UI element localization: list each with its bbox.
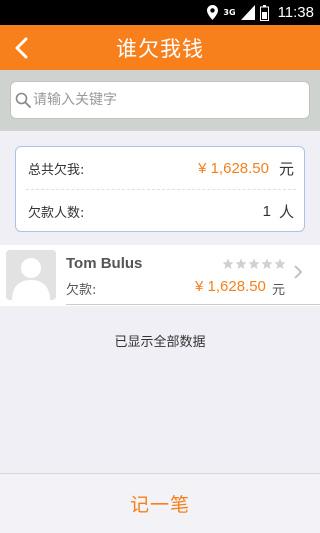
- star-icon: [222, 258, 234, 269]
- person-icon: [6, 250, 56, 300]
- total-owed-amount: ¥ 1,628.50: [198, 159, 269, 177]
- search-input[interactable]: [33, 92, 293, 108]
- search-box[interactable]: [10, 81, 310, 119]
- star-icon: [274, 258, 286, 269]
- list-status-text: 已显示全部数据: [114, 335, 206, 350]
- record-debt-button[interactable]: 记一笔: [130, 490, 190, 517]
- avatar: [6, 250, 56, 300]
- chevron-right-icon: [294, 265, 303, 279]
- star-icon: [261, 258, 273, 269]
- summary-card: 总共欠我: ¥ 1,628.50 元 欠款人数: 1 人: [15, 146, 305, 232]
- debtor-count-value: 1: [262, 202, 271, 220]
- debtor-count-unit: 人: [278, 202, 294, 221]
- debtor-owe-label: 欠款:: [66, 283, 97, 298]
- debtor-count-label: 欠款人数:: [28, 205, 85, 221]
- signal-icon: [240, 5, 255, 20]
- star-icon: [248, 258, 260, 269]
- network-type: 3G: [223, 7, 236, 17]
- debtor-amount: ¥ 1,628.50: [195, 278, 266, 295]
- chevron-left-icon: [15, 37, 28, 58]
- bottom-bar: 记一笔: [0, 473, 320, 533]
- total-owed-label: 总共欠我:: [28, 162, 85, 178]
- battery-icon: [259, 4, 269, 21]
- status-bar: 3G 11:38: [0, 0, 320, 25]
- list-item[interactable]: Tom Bulus 欠款: ¥ 1,628.50 元: [0, 245, 320, 306]
- star-icon: [235, 258, 247, 269]
- debtor-name: Tom Bulus: [66, 255, 143, 272]
- debtor-amount-unit: 元: [272, 283, 286, 298]
- row-divider: [66, 304, 320, 305]
- location-icon: [207, 5, 219, 20]
- total-owed-unit: 元: [278, 159, 294, 178]
- total-owed-row: 总共欠我: ¥ 1,628.50 元: [16, 147, 306, 189]
- search-icon: [15, 92, 31, 108]
- status-time: 11:38: [277, 4, 314, 21]
- app-header: 谁欠我钱: [0, 25, 320, 70]
- rating-stars: [222, 258, 286, 270]
- debtor-count-row: 欠款人数: 1 人: [16, 190, 306, 232]
- search-bar: [0, 70, 320, 131]
- page-title: 谁欠我钱: [116, 36, 204, 61]
- back-button[interactable]: [6, 31, 36, 64]
